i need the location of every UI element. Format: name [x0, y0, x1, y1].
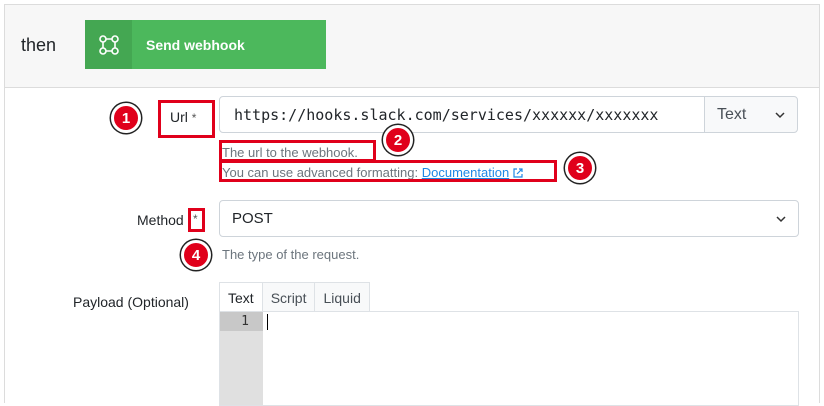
payload-editor[interactable]: 1	[219, 311, 799, 406]
editor-active-line: 1	[220, 312, 263, 331]
annotation-box-formatting	[219, 160, 557, 182]
annotation-badge-4: 4	[181, 240, 211, 270]
method-label: Method	[137, 212, 184, 228]
payload-tabs: Text Script Liquid	[219, 282, 370, 313]
editor-cursor	[267, 314, 268, 330]
tab-text[interactable]: Text	[219, 282, 263, 313]
annotation-box-url-label	[158, 100, 215, 138]
chevron-down-icon	[776, 215, 786, 222]
line-number: 1	[241, 314, 249, 329]
url-type-selected: Text	[717, 105, 747, 123]
send-webhook-button[interactable]: Send webhook	[85, 20, 326, 69]
tab-liquid[interactable]: Liquid	[314, 282, 370, 313]
payload-label: Payload (Optional)	[73, 294, 189, 310]
annotation-box-method-required	[188, 208, 205, 232]
method-selected: POST	[232, 210, 273, 227]
url-input[interactable]: https://hooks.slack.com/services/xxxxxx/…	[219, 96, 705, 133]
annotation-badge-2: 2	[383, 125, 413, 155]
chevron-down-icon	[775, 111, 785, 118]
action-header: then Send webhook	[5, 5, 819, 88]
url-type-select[interactable]: Text	[704, 96, 798, 133]
tab-script[interactable]: Script	[261, 282, 316, 313]
method-help-text: The type of the request.	[222, 247, 360, 262]
send-webhook-label: Send webhook	[146, 36, 245, 53]
then-label: then	[21, 35, 57, 55]
method-select[interactable]: POST	[219, 200, 799, 237]
annotation-badge-3: 3	[565, 153, 595, 183]
webhook-icon	[85, 20, 132, 69]
annotation-badge-1: 1	[111, 103, 141, 133]
annotation-box-url-help	[219, 140, 376, 162]
